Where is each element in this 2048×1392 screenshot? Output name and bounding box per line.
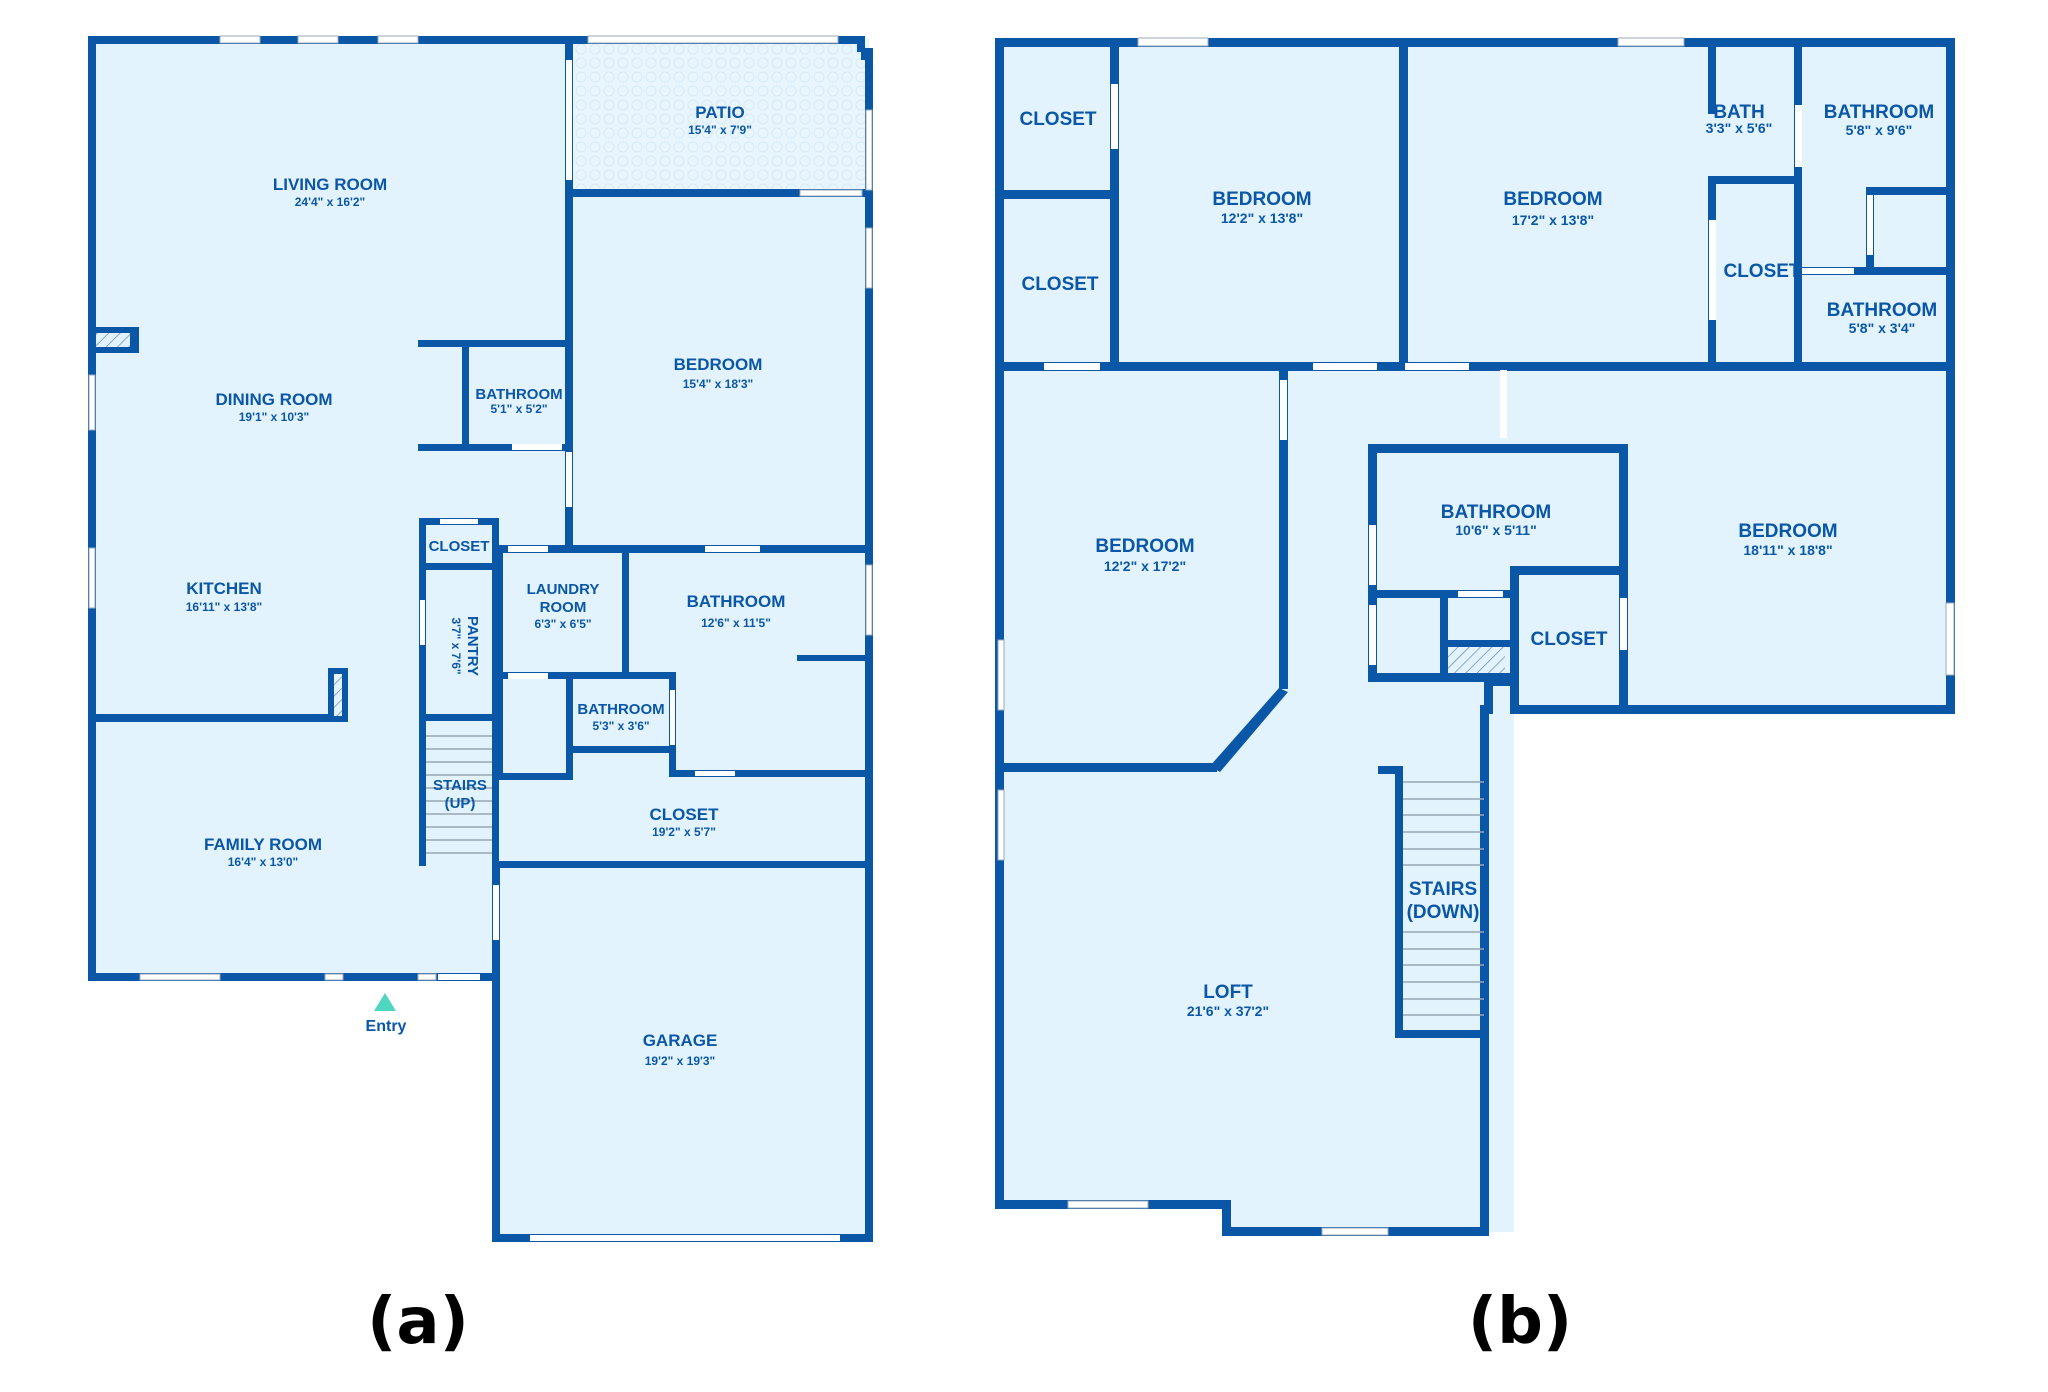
dims-bedroom-3: 12'2" x 17'2"	[1104, 558, 1186, 574]
dims-bath: 3'3" x 5'6"	[1706, 120, 1773, 136]
dims-family-room: 16'4" x 13'0"	[228, 855, 298, 869]
label-bedroom-4: BEDROOM	[1738, 521, 1837, 542]
dims-bathroom-3: 5'3" x 3'6"	[592, 719, 649, 733]
label-closet-4: CLOSET	[1530, 629, 1607, 650]
dims-bathroom-2: 12'6" x 11'5"	[701, 616, 771, 630]
label-garage: GARAGE	[643, 1031, 718, 1050]
dims-loft: 21'6" x 37'2"	[1187, 1003, 1269, 1019]
label-bathroom-1: BATHROOM	[1824, 102, 1934, 123]
dims-bathroom-1: 5'1" x 5'2"	[490, 402, 547, 416]
label-bathroom-2: BATHROOM	[687, 592, 786, 611]
label-closet-large: CLOSET	[650, 805, 720, 824]
label-laundry-line1: LAUNDRY	[527, 581, 600, 598]
dims-laundry-room: 6'3" x 6'5"	[534, 617, 591, 631]
label-bedroom-3: BEDROOM	[1095, 536, 1194, 557]
label-stairs-down-line1: STAIRS	[1409, 879, 1477, 900]
label-bedroom-2: BEDROOM	[1503, 189, 1602, 210]
label-bathroom-3: BATHROOM	[1441, 502, 1551, 523]
label-living-room: LIVING ROOM	[273, 175, 387, 194]
dims-bedroom-4: 18'11" x 18'8"	[1743, 542, 1832, 558]
label-stairs-down-line2: (DOWN)	[1407, 902, 1480, 923]
label-family-room: FAMILY ROOM	[204, 835, 322, 854]
caption-b: (b)	[1468, 1285, 1572, 1359]
label-closet-small: CLOSET	[429, 538, 490, 555]
caption-a: (a)	[367, 1285, 469, 1359]
pantry-label-group: PANTRY 3'7" x 7'6"	[449, 616, 481, 676]
entry-label: Entry	[366, 1018, 407, 1035]
dims-pantry: 3'7" x 7'6"	[449, 617, 463, 674]
label-laundry-line2: ROOM	[540, 599, 587, 616]
label-closet-2: CLOSET	[1021, 274, 1098, 295]
label-stairs-up-line1: STAIRS	[433, 777, 487, 794]
dims-dining-room: 19'1" x 10'3"	[239, 410, 309, 424]
label-pantry: PANTRY	[464, 616, 481, 676]
dims-bedroom-1: 12'2" x 13'8"	[1221, 210, 1303, 226]
label-bedroom: BEDROOM	[674, 355, 763, 374]
dims-closet-large: 19'2" x 5'7"	[652, 825, 716, 839]
label-loft: LOFT	[1203, 982, 1253, 1003]
dims-living-room: 24'4" x 16'2"	[295, 195, 365, 209]
label-bathroom-2: BATHROOM	[1827, 300, 1937, 321]
label-patio: PATIO	[695, 103, 744, 122]
dims-bedroom-2: 17'2" x 13'8"	[1512, 212, 1594, 228]
plan-a: LIVING ROOM 24'4" x 16'2" PATIO 15'4" x …	[88, 35, 873, 1359]
label-bedroom-1: BEDROOM	[1212, 189, 1311, 210]
label-closet-3: CLOSET	[1723, 261, 1800, 282]
dims-bathroom-1: 5'8" x 9'6"	[1846, 122, 1913, 138]
dims-bathroom-3: 10'6" x 5'11"	[1455, 522, 1536, 538]
label-bathroom-3: BATHROOM	[577, 701, 664, 718]
label-closet-1: CLOSET	[1019, 109, 1096, 130]
label-bathroom-1: BATHROOM	[475, 386, 562, 403]
dims-bedroom: 15'4" x 18'3"	[683, 377, 753, 391]
plan-b: CLOSET CLOSET BEDROOM 12'2" x 13'8" BEDR…	[995, 37, 1955, 1359]
label-stairs-up-line2: (UP)	[445, 795, 476, 812]
label-dining-room: DINING ROOM	[215, 390, 332, 409]
dims-garage: 19'2" x 19'3"	[645, 1054, 715, 1068]
floor-plans: LIVING ROOM 24'4" x 16'2" PATIO 15'4" x …	[88, 35, 1955, 1359]
label-kitchen: KITCHEN	[186, 579, 262, 598]
entry-arrow-icon	[374, 993, 396, 1011]
dims-patio: 15'4" x 7'9"	[688, 123, 752, 137]
dims-kitchen: 16'11" x 13'8"	[186, 600, 262, 614]
plan-b-floor	[998, 42, 1950, 1232]
dims-bathroom-2: 5'8" x 3'4"	[1849, 320, 1916, 336]
